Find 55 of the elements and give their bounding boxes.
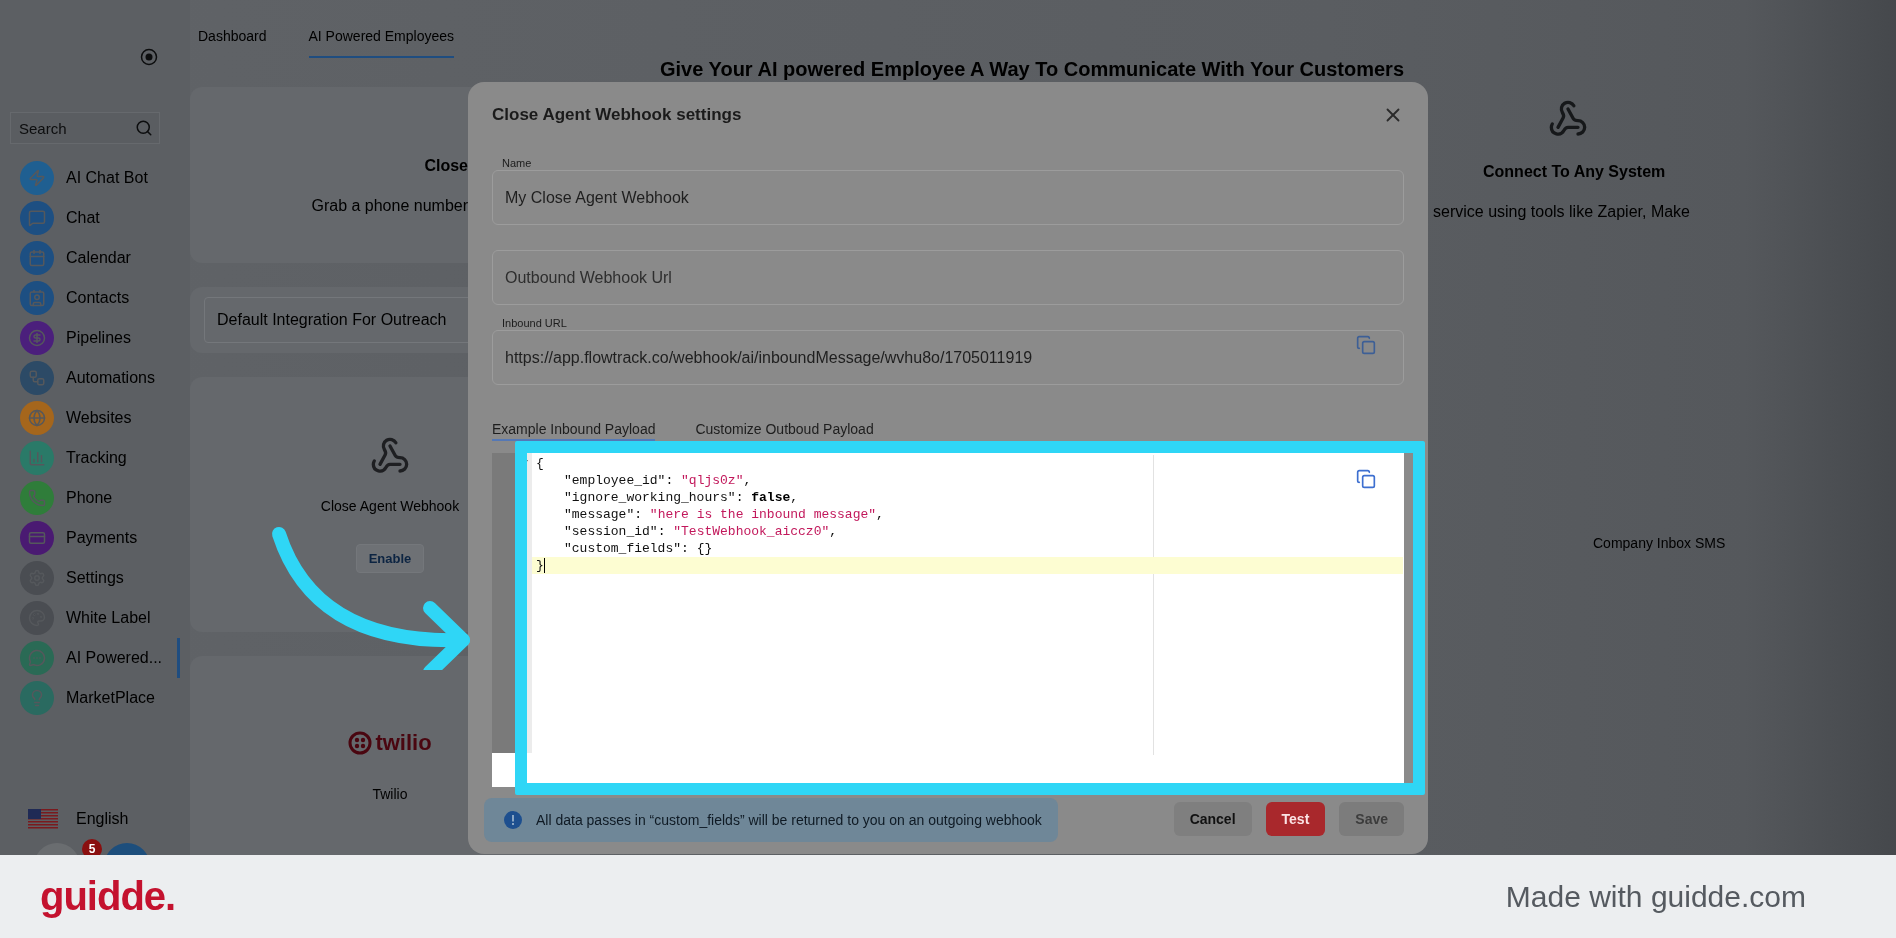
- code-line: "message": "here is the inbound message",: [563, 506, 885, 523]
- webhook-icon: [370, 436, 410, 476]
- info-icon: [504, 811, 522, 829]
- footer-tagline: Made with guidde.com: [1505, 879, 1806, 914]
- sidebar-item[interactable]: Tracking: [10, 438, 180, 478]
- sidebar-item[interactable]: AI Chat Bot: [10, 158, 180, 198]
- sidebar-item[interactable]: White Label: [10, 598, 180, 638]
- enable-button[interactable]: Enable: [355, 544, 425, 573]
- code-line: "custom_fields": {}: [563, 540, 714, 557]
- code-line: {: [532, 455, 1153, 472]
- card-title: Close Agent Webhook: [320, 498, 460, 514]
- field-label: Inbound URL: [502, 317, 567, 330]
- card-title: Close: [424, 157, 468, 175]
- sidebar-item[interactable]: AI Powered...: [10, 638, 180, 678]
- radio-icon[interactable]: [140, 48, 158, 66]
- language-selector[interactable]: English: [10, 809, 190, 829]
- field-label: Name: [502, 157, 532, 170]
- card-title: Twilio: [372, 786, 408, 802]
- name-field[interactable]: My Close Agent Webhook: [492, 170, 1404, 225]
- sidebar-item[interactable]: Chat: [10, 198, 180, 238]
- copy-icon[interactable]: [1356, 469, 1376, 489]
- sidebar-item[interactable]: Contacts: [10, 278, 180, 318]
- card-title: Connect To Any System: [1483, 163, 1666, 181]
- sidebar-item[interactable]: MarketPlace: [10, 678, 180, 718]
- copy-button[interactable]: [1356, 335, 1376, 355]
- inbound-url-field[interactable]: https://app.flowtrack.co/webhook/ai/inboundMessage/wvhu8o/1705011919: [492, 330, 1404, 385]
- outbound-url-field[interactable]: Outbound Webhook Url: [492, 250, 1404, 305]
- info-text: All data passes in “custom_fields” will be returned to you on an outgoing webhook: [536, 812, 1042, 828]
- sidebar-item[interactable]: Payments: [10, 518, 180, 558]
- dialog-title: Close Agent Webhook settings: [492, 105, 742, 125]
- sidebar-item[interactable]: Settings: [10, 558, 180, 598]
- brand-logo: guidde.: [40, 874, 176, 919]
- webhook-icon: [1548, 99, 1588, 139]
- sidebar-item[interactable]: Websites: [10, 398, 180, 438]
- sidebar-item[interactable]: Calendar: [10, 238, 180, 278]
- card-description: service using tools like Zapier, Make: [1433, 203, 1690, 221]
- card-title: Company Inbox SMS: [1593, 535, 1726, 551]
- code-line: "ignore_working_hours": false,: [563, 489, 800, 506]
- sidebar-item[interactable]: Automations: [10, 358, 180, 398]
- dialog-button[interactable]: Cancel: [1173, 802, 1252, 836]
- card-description: Grab a phone number: [311, 197, 468, 215]
- code-line: "employee_id": "qljs0z",: [563, 472, 753, 489]
- page-title: Give Your AI powered Employee A Way To Communicate With Your Customers: [660, 58, 1405, 81]
- twilio-logo: twilio: [348, 730, 432, 756]
- nav-tab[interactable]: AI Powered Employees: [308, 28, 455, 58]
- code-editor[interactable]: { "employee_id": "qljs0z", "ignore_working_hours": false, "message": "here is the inbound message", "session_id": "TestWebhook_aiccz0", "custom_fields": {} }: [492, 453, 1404, 787]
- sidebar-item[interactable]: Pipelines: [10, 318, 180, 358]
- nav-tab[interactable]: Dashboard: [198, 28, 267, 58]
- sidebar-item[interactable]: Phone: [10, 478, 180, 518]
- code-line: "session_id": "TestWebhook_aiccz0",: [563, 523, 839, 540]
- dialog-button[interactable]: Test: [1265, 802, 1326, 836]
- notification-badge: 5: [82, 839, 102, 855]
- payload-tab[interactable]: Example Inbound Payload: [492, 421, 656, 441]
- us-flag-icon: [28, 809, 58, 829]
- payload-tab[interactable]: Customize Outboud Payload: [695, 421, 874, 441]
